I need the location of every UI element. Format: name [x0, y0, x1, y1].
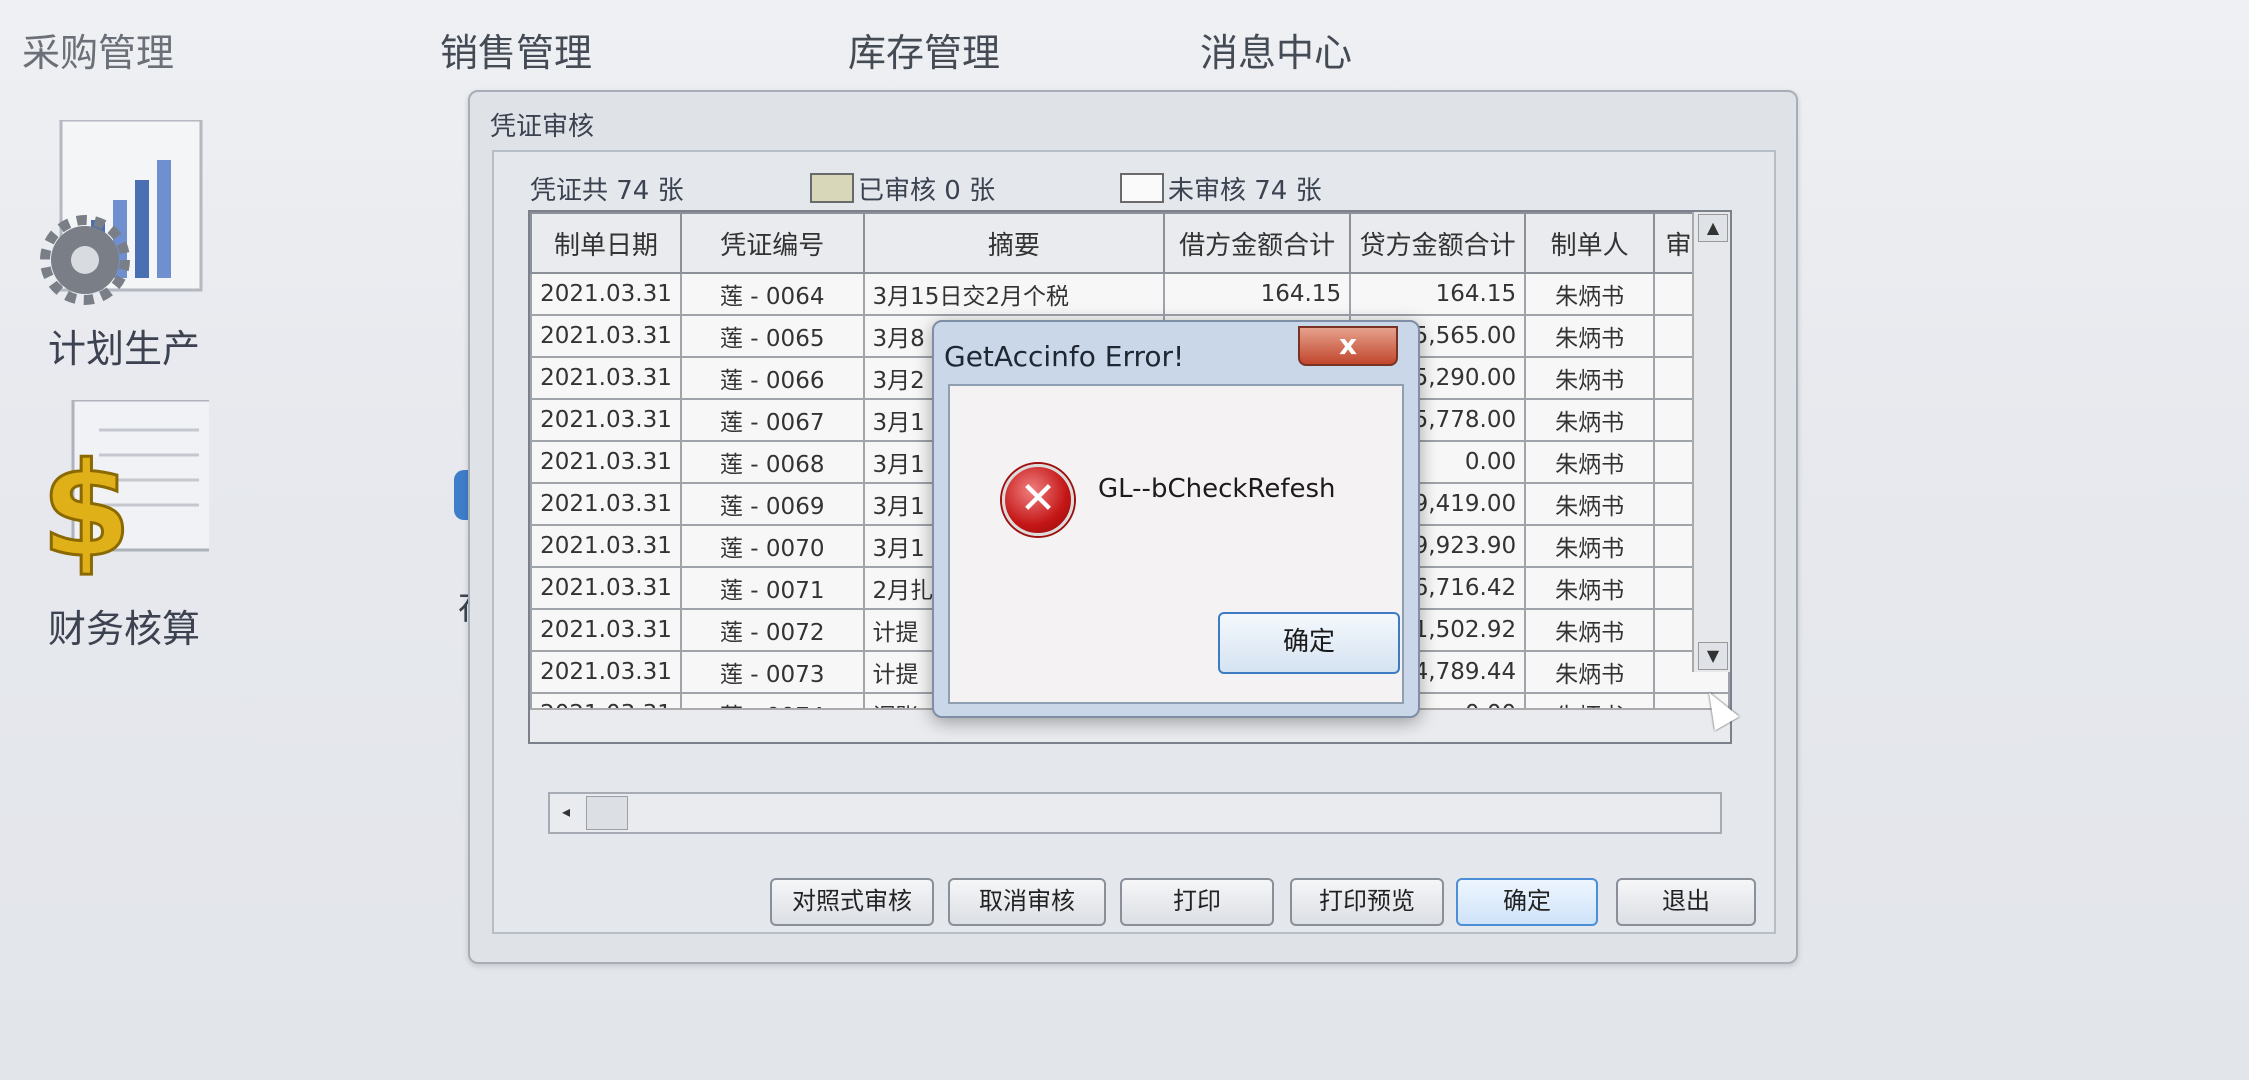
svg-text:$: $: [41, 434, 131, 586]
cell-date: 2021.03.31: [530, 650, 682, 694]
col-header-date[interactable]: 制单日期: [530, 212, 682, 274]
table-header-row: 制单日期 凭证编号 摘要 借方金额合计 贷方金额合计 制单人 审核: [530, 212, 1730, 274]
cell-voucher-no: 莲 - 0071: [679, 566, 865, 610]
cell-date: 2021.03.31: [530, 482, 682, 526]
cell-maker: 朱炳书: [1524, 608, 1656, 652]
dollar-document-icon: $: [39, 398, 215, 590]
cell-maker: 朱炳书: [1524, 650, 1656, 694]
cell-date: 2021.03.31: [530, 608, 682, 652]
cell-maker: 朱炳书: [1524, 398, 1656, 442]
cell-voucher-no: 莲 - 0064: [679, 272, 865, 316]
financial-accounting-label: 财务核算: [47, 607, 200, 651]
menu-messages[interactable]: 消息中心: [1200, 22, 1352, 77]
error-dialog: GetAccinfo Error! x ✕ GL--bCheckRefesh 确…: [932, 320, 1420, 718]
cell-voucher-no: 莲 - 0073: [679, 650, 865, 694]
error-ok-button[interactable]: 确定: [1218, 612, 1400, 674]
table-row[interactable]: 2021.03.31 莲 - 0064 3月15日交2月个税 164.15 164.15…: [530, 272, 1730, 316]
audited-legend: 已审核 0 张: [810, 170, 995, 207]
cell-date: 2021.03.31: [530, 314, 682, 358]
cell-maker: 朱炳书: [1524, 524, 1656, 568]
cell-maker: 朱炳书: [1524, 314, 1656, 358]
confirm-button[interactable]: 确定: [1456, 878, 1598, 926]
scrollbar-thumb[interactable]: [586, 796, 628, 830]
exit-button[interactable]: 退出: [1616, 878, 1756, 926]
unaudited-swatch: [1120, 173, 1164, 203]
cell-debit: 164.15: [1163, 272, 1352, 316]
dialog-button-row: 对照式审核 取消审核 打印 打印预览 确定 退出: [770, 878, 1770, 926]
unaudited-legend: 未审核 74 张: [1120, 170, 1322, 207]
scroll-left-icon[interactable]: ◂: [552, 798, 580, 826]
cell-maker: 朱炳书: [1524, 566, 1656, 610]
col-header-summary[interactable]: 摘要: [862, 212, 1166, 274]
cell-voucher-no: 莲 - 0069: [679, 482, 865, 526]
compare-audit-button[interactable]: 对照式审核: [770, 878, 934, 926]
scroll-up-icon[interactable]: ▲: [1698, 214, 1728, 242]
cell-credit: 164.15: [1349, 272, 1527, 316]
audited-count: 已审核 0 张: [858, 176, 996, 206]
menu-purchase[interactable]: 采购管理: [22, 22, 174, 77]
cell-date: 2021.03.31: [530, 398, 682, 442]
scroll-down-icon[interactable]: ▼: [1698, 642, 1728, 670]
col-header-debit[interactable]: 借方金额合计: [1163, 212, 1352, 274]
close-button[interactable]: x: [1298, 326, 1398, 366]
cell-maker: 朱炳书: [1524, 440, 1656, 484]
desktop-icon-production-planning[interactable]: 计划生产: [24, 118, 224, 373]
audited-swatch: [810, 173, 854, 203]
cell-date: 2021.03.31: [530, 524, 682, 568]
menu-sales[interactable]: 销售管理: [440, 22, 592, 77]
voucher-total: 凭证共 74 张: [530, 176, 684, 206]
chart-gear-icon: [39, 118, 209, 310]
cell-date: 2021.03.31: [530, 356, 682, 400]
unaudited-count: 未审核 74 张: [1168, 176, 1322, 206]
close-icon: x: [1338, 328, 1358, 361]
cell-maker: 朱炳书: [1524, 482, 1656, 526]
cell-voucher-no: 莲 - 0067: [679, 398, 865, 442]
grid-vertical-scrollbar[interactable]: ▲ ▼: [1692, 212, 1730, 672]
error-message: GL--bCheckRefesh: [1098, 474, 1336, 504]
horizontal-scrollbar[interactable]: ◂: [548, 792, 1722, 834]
cell-voucher-no: 莲 - 0068: [679, 440, 865, 484]
production-planning-label: 计划生产: [47, 327, 200, 371]
cancel-audit-button[interactable]: 取消审核: [948, 878, 1106, 926]
error-dialog-title: GetAccinfo Error!: [944, 340, 1185, 373]
cell-maker: 朱炳书: [1524, 356, 1656, 400]
cell-date: 2021.03.31: [530, 440, 682, 484]
cell-date: 2021.03.31: [530, 272, 682, 316]
menu-inventory[interactable]: 库存管理: [848, 22, 1000, 77]
cell-maker: 朱炳书: [1524, 272, 1656, 316]
print-button[interactable]: 打印: [1120, 878, 1274, 926]
cell-date: 2021.03.31: [530, 566, 682, 610]
cell-voucher-no: 莲 - 0072: [679, 608, 865, 652]
dialog-title: 凭证审核: [490, 112, 595, 142]
error-dialog-body: ✕ GL--bCheckRefesh 确定: [948, 384, 1404, 704]
cell-voucher-no: 莲 - 0065: [679, 314, 865, 358]
desktop-top-menu: 采购管理 销售管理 库存管理 消息中心: [0, 22, 1500, 82]
print-preview-button[interactable]: 打印预览: [1290, 878, 1444, 926]
col-header-voucher-no[interactable]: 凭证编号: [679, 212, 865, 274]
desktop-icon-financial-accounting[interactable]: $ 财务核算: [24, 398, 224, 653]
error-x-icon: ✕: [1002, 464, 1074, 536]
cell-voucher-no: 莲 - 0066: [679, 356, 865, 400]
cell-voucher-no: 莲 - 0070: [679, 524, 865, 568]
col-header-credit[interactable]: 贷方金额合计: [1349, 212, 1527, 274]
col-header-maker[interactable]: 制单人: [1524, 212, 1656, 274]
voucher-summary: 凭证共 74 张 已审核 0 张 未审核 74 张: [530, 170, 1730, 207]
cell-summary: 3月15日交2月个税: [862, 272, 1166, 316]
